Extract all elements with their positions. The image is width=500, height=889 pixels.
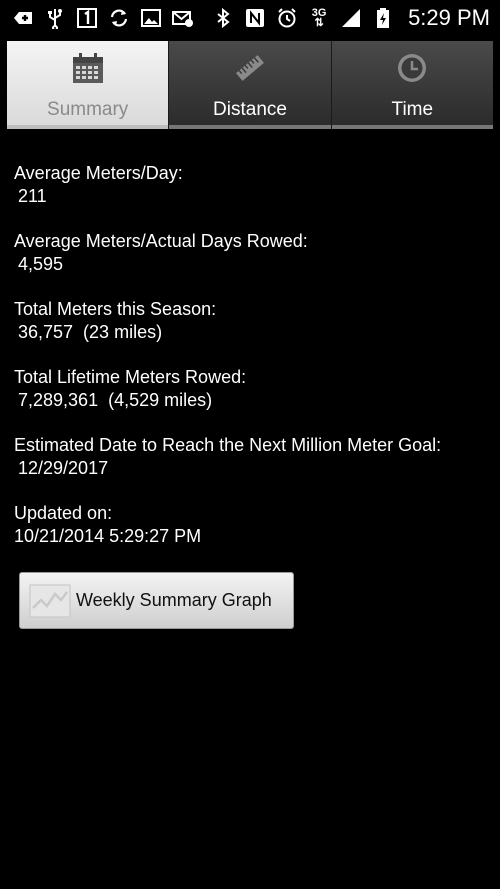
stat-total-season: Total Meters this Season: 36,757 (23 mil… <box>14 298 484 344</box>
alarm-icon <box>276 7 298 29</box>
nfc-icon <box>244 7 266 29</box>
stat-updated-on: Updated on: 10/21/2014 5:29:27 PM <box>14 502 484 548</box>
stat-avg-meters-actual-days: Average Meters/Actual Days Rowed: 4,595 <box>14 230 484 276</box>
stat-label: Updated on: <box>14 503 113 523</box>
stat-label: Estimated Date to Reach the Next Million… <box>14 435 442 455</box>
battery-charging-icon <box>372 7 394 29</box>
calendar-icon <box>72 53 103 83</box>
tab-distance-label: Distance <box>213 99 287 120</box>
stat-label: Average Meters/Actual Days Rowed: <box>14 231 308 251</box>
stat-label: Total Meters this Season: <box>14 299 217 319</box>
plus-box-icon <box>12 7 34 29</box>
tab-indicator <box>7 125 169 129</box>
stat-value: 4,595 <box>18 254 64 274</box>
bluetooth-icon <box>212 7 234 29</box>
stat-value: 211 <box>18 186 47 206</box>
status-bar: 3G ⇅ 5:29 PM <box>0 0 500 36</box>
status-clock: 5:29 PM <box>408 5 490 30</box>
stat-value: 36,757 (23 miles) <box>18 322 163 342</box>
line-graph-icon <box>29 584 71 617</box>
sim-1-icon <box>76 7 98 29</box>
stat-estimated-goal-date: Estimated Date to Reach the Next Million… <box>14 434 484 480</box>
network-3g-icon: 3G ⇅ <box>311 7 327 29</box>
tab-indicator <box>331 125 493 129</box>
signal-icon <box>340 7 362 29</box>
email-icon <box>172 7 194 29</box>
stat-value: 12/29/2017 <box>18 458 109 478</box>
data-arrows-icon: ⇅ <box>314 17 324 29</box>
tab-indicator <box>169 125 331 129</box>
stat-value: 10/21/2014 5:29:27 PM <box>14 526 202 546</box>
usb-icon <box>44 7 66 29</box>
weekly-summary-graph-button[interactable]: Weekly Summary Graph <box>19 572 294 629</box>
tab-summary[interactable]: Summary <box>7 41 169 129</box>
clock-icon <box>398 54 427 82</box>
stat-total-lifetime: Total Lifetime Meters Rowed: 7,289,361 (… <box>14 366 484 412</box>
tab-time[interactable]: Time <box>330 41 493 129</box>
ruler-icon <box>236 55 264 81</box>
tab-distance[interactable]: Distance <box>168 41 331 129</box>
stat-label: Total Lifetime Meters Rowed: <box>14 367 247 387</box>
image-icon <box>140 7 162 29</box>
stat-label: Average Meters/Day: <box>14 163 183 183</box>
stat-value: 7,289,361 (4,529 miles) <box>18 390 213 410</box>
summary-content: Average Meters/Day: 211 Average Meters/A… <box>14 162 484 570</box>
tab-summary-label: Summary <box>47 99 129 120</box>
stat-avg-meters-day: Average Meters/Day: 211 <box>14 162 484 208</box>
sync-icon <box>108 7 130 29</box>
weekly-summary-graph-label: Weekly Summary Graph <box>76 590 272 610</box>
tab-time-label: Time <box>391 99 434 120</box>
tab-bar: Summary Distance Time <box>7 41 493 129</box>
